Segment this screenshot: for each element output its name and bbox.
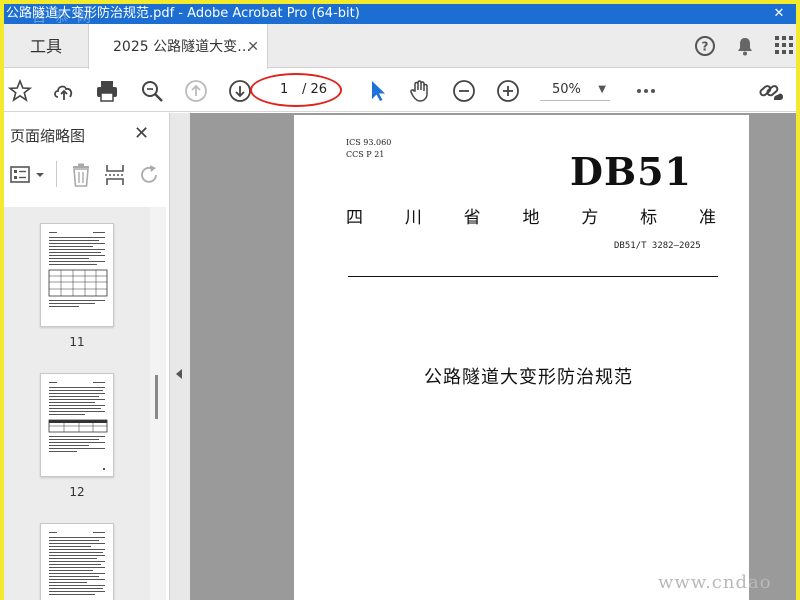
page-down-icon[interactable] <box>228 79 252 103</box>
heading-char: 方 <box>581 208 599 228</box>
document-view[interactable]: ICS 93.060 CCS P 21 DB51 四 川 省 地 方 标 准 D… <box>190 113 796 600</box>
panel-collapse-handle[interactable] <box>170 113 190 600</box>
bell-icon[interactable] <box>734 35 756 57</box>
help-icon[interactable]: ? <box>694 35 716 57</box>
star-icon[interactable] <box>8 79 32 103</box>
ics-code: ICS 93.060 <box>346 138 392 147</box>
zoom-level-value: 50% <box>552 82 581 97</box>
tab-document[interactable]: 2025 公路隧道大变… ✕ <box>88 24 268 69</box>
chevron-down-icon: ▼ <box>598 84 606 95</box>
thumbnail-page-number: 12 <box>69 485 85 499</box>
zoom-out-icon[interactable] <box>452 79 476 103</box>
standard-type-heading: 四 川 省 地 方 标 准 <box>346 203 716 228</box>
highlight-annotation <box>250 73 342 107</box>
cloud-upload-icon[interactable] <box>52 79 76 103</box>
trash-icon[interactable] <box>70 163 92 187</box>
standard-code: DB51 <box>570 149 692 194</box>
tab-tools-label: 工具 <box>29 37 62 56</box>
chevron-left-icon <box>176 369 182 379</box>
svg-text:?: ? <box>702 40 709 54</box>
tab-tools[interactable]: 工具 <box>4 24 88 68</box>
insert-pages-icon[interactable] <box>104 163 126 187</box>
tab-bar: 工具 2025 公路隧道大变… ✕ ? <box>4 24 796 69</box>
options-menu-icon[interactable] <box>10 165 46 185</box>
heading-char: 川 <box>404 208 422 228</box>
heading-char: 省 <box>463 208 481 228</box>
thumbnail-page[interactable] <box>40 373 114 477</box>
zoom-in-icon[interactable] <box>496 79 520 103</box>
thumbnail-list: 11 12 <box>4 207 150 600</box>
thumbnail-page[interactable] <box>40 523 114 600</box>
page-up-icon[interactable] <box>184 79 208 103</box>
window-close-button[interactable]: ✕ <box>768 4 790 24</box>
select-cursor-icon[interactable] <box>366 79 390 103</box>
panel-close-button[interactable]: ✕ <box>134 123 149 144</box>
zoom-level-dropdown[interactable]: 50% ▼ <box>540 79 610 101</box>
thumbnail-scrollbar[interactable] <box>150 207 166 600</box>
app-window: 公路隧道大变形防治规范.pdf - Adobe Acrobat Pro (64-… <box>0 0 800 600</box>
divider <box>56 161 57 187</box>
more-icon[interactable] <box>634 79 658 103</box>
classification-codes: ICS 93.060 CCS P 21 <box>346 137 391 161</box>
heading-char: 标 <box>640 208 658 228</box>
thumbnail-page[interactable] <box>40 223 114 327</box>
rotate-icon[interactable] <box>138 163 160 187</box>
standard-number: DB51/T 3282—2025 <box>614 241 701 251</box>
apps-grid-icon[interactable] <box>774 35 794 55</box>
thumbnail-page-number: 11 <box>69 335 85 349</box>
scrollbar-thumb[interactable] <box>155 375 158 419</box>
heading-char: 准 <box>698 208 716 228</box>
panel-toolbar <box>4 157 170 193</box>
heading-char: 四 <box>346 208 363 228</box>
tab-close-button[interactable]: ✕ <box>247 24 259 70</box>
print-icon[interactable] <box>95 79 119 103</box>
ccs-code: CCS P 21 <box>346 150 385 159</box>
heading-char: 地 <box>522 208 540 228</box>
panel-title: 页面缩略图 <box>10 127 86 145</box>
pdf-page: ICS 93.060 CCS P 21 DB51 四 川 省 地 方 标 准 D… <box>294 115 749 600</box>
title-bar: 公路隧道大变形防治规范.pdf - Adobe Acrobat Pro (64-… <box>4 4 796 26</box>
zoom-search-icon[interactable] <box>140 79 164 103</box>
thumbnails-panel: 页面缩略图 ✕ 11 12 <box>4 113 170 600</box>
hand-icon[interactable] <box>408 79 432 103</box>
tab-document-label: 2025 公路隧道大变… <box>113 39 252 55</box>
heading-rule <box>348 276 718 277</box>
toolbar: 1 / 26 50% ▼ <box>4 69 796 112</box>
share-link-icon[interactable] <box>758 79 783 103</box>
document-title: 公路隧道大变形防治规范 <box>424 367 633 388</box>
site-watermark: www.cndao <box>658 572 772 593</box>
